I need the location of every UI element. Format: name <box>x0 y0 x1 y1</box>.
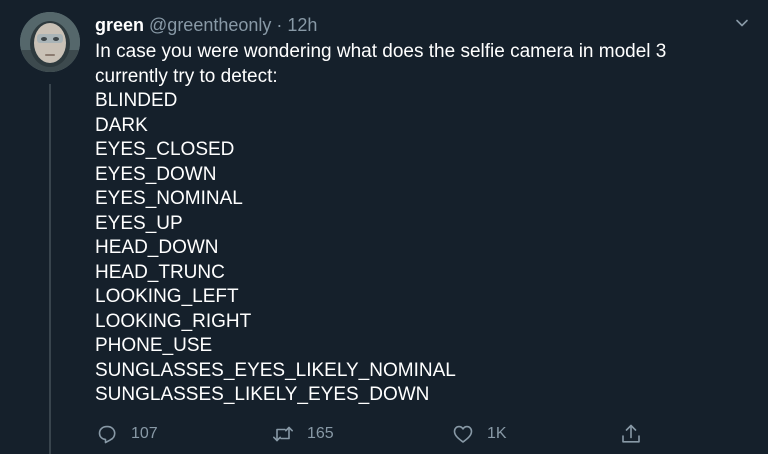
avatar-image <box>20 12 80 72</box>
like-count: 1K <box>487 425 507 442</box>
list-item: EYES_DOWN <box>95 163 217 185</box>
share-icon <box>622 424 640 443</box>
tweet[interactable]: green @greentheonly · 12h In case you we… <box>0 0 768 454</box>
thread-line <box>49 84 51 454</box>
retweet-button[interactable]: 165 <box>271 420 334 448</box>
list-item: DARK <box>95 114 148 136</box>
list-item: HEAD_TRUNC <box>95 261 225 283</box>
list-item: SUNGLASSES_LIKELY_EYES_DOWN <box>95 384 430 405</box>
list-item: EYES_CLOSED <box>95 139 235 160</box>
list-item: SUNGLASSES_EYES_LIKELY_NOMINAL <box>95 359 456 381</box>
separator-dot: · <box>276 15 283 35</box>
tweet-intro: In case you were wondering what does the… <box>95 41 667 87</box>
share-button[interactable] <box>619 420 643 448</box>
display-name[interactable]: green <box>95 14 144 36</box>
reply-count: 107 <box>131 425 158 442</box>
list-item: BLINDED <box>95 90 178 111</box>
heart-icon <box>453 425 473 443</box>
tweet-text: In case you were wondering what does the… <box>95 40 735 408</box>
list-item: EYES_NOMINAL <box>95 188 243 209</box>
list-item: EYES_UP <box>95 212 183 234</box>
retweet-icon <box>273 426 293 442</box>
user-handle[interactable]: @greentheonly <box>149 14 271 36</box>
list-item: PHONE_USE <box>95 335 213 356</box>
list-item: HEAD_DOWN <box>95 237 219 258</box>
reply-icon <box>98 425 116 444</box>
chevron-down-icon <box>736 19 748 27</box>
avatar[interactable] <box>20 12 80 72</box>
tweet-actions: 107 165 1K <box>95 420 655 448</box>
tweet-header: green @greentheonly · 12h <box>95 14 317 36</box>
like-button[interactable]: 1K <box>451 420 507 448</box>
more-options-button[interactable] <box>731 12 753 34</box>
list-item: LOOKING_LEFT <box>95 286 239 307</box>
list-item: LOOKING_RIGHT <box>95 310 252 332</box>
timestamp[interactable]: 12h <box>287 14 317 36</box>
reply-button[interactable]: 107 <box>95 420 158 448</box>
retweet-count: 165 <box>307 425 334 442</box>
